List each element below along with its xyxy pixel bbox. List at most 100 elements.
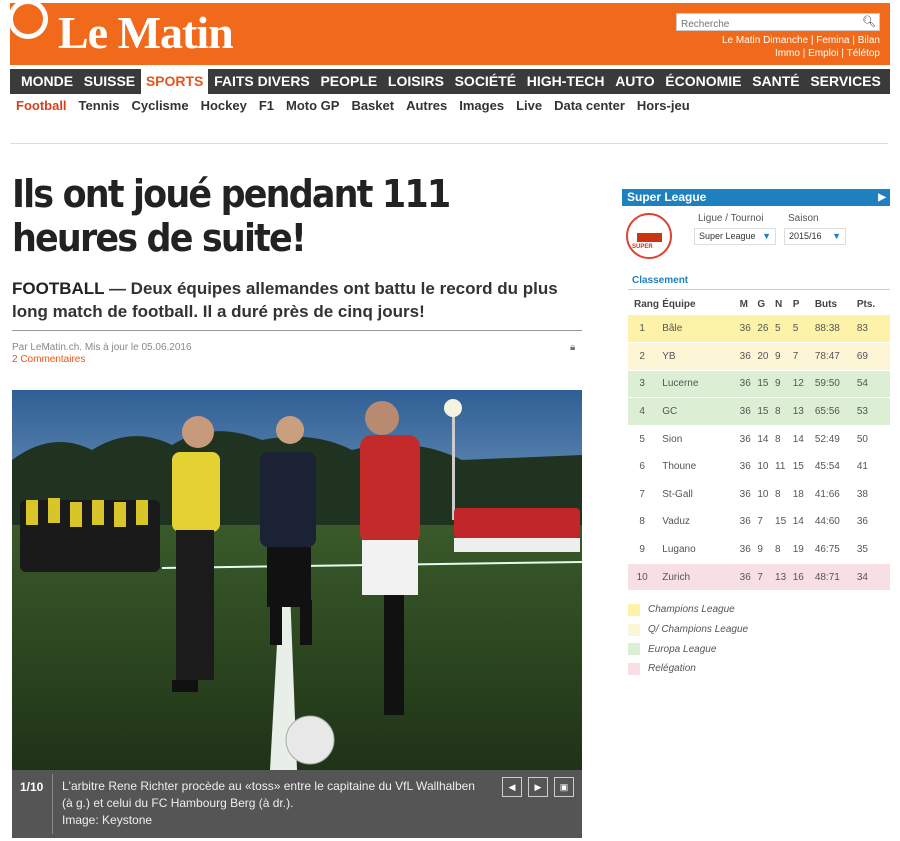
column-header: Pts. [856,298,876,310]
nav-item-8[interactable]: AUTO [610,69,659,94]
table-row[interactable]: 5 Sion 36 14 8 14 52:49 50 [628,425,890,454]
table-cell-team: GC [662,397,740,426]
table-cell-rank: 2 [628,342,663,371]
fullscreen-icon[interactable]: ▣ [554,777,574,797]
table-cell-m: 36 [739,315,758,344]
table-cell-n: 13 [775,563,793,592]
nav-item-10[interactable]: SANTÉ [747,69,804,94]
table-cell-pts: 50 [856,425,890,454]
column-header: P [792,298,800,310]
table-cell-pts: 69 [856,342,890,371]
table-cell-buts: 65:56 [814,397,857,426]
table-cell-rank: 9 [628,535,663,564]
table-cell-team: Bâle [662,315,740,344]
legend-swatch [628,662,640,675]
table-cell-m: 36 [739,452,758,482]
legend-swatch [628,603,640,616]
subnav-item-1[interactable]: Tennis [79,98,120,113]
chevron-down-icon: ▼ [832,231,841,241]
nav-item-4[interactable]: PEOPLE [315,69,382,94]
main-nav: MONDE SUISSE SPORTS FAITS DIVERS PEOPLE LOISI… [10,69,890,94]
widget-title[interactable]: Super League [627,190,706,204]
nav-item-2[interactable]: SPORTS [140,69,209,94]
table-row[interactable]: 4 GC 36 15 8 13 65:56 53 [628,397,890,426]
sub-nav: Football Tennis Cyclisme Hockey F1 Moto GP Bas… [16,98,702,113]
league-select[interactable]: Super League ▼ [694,228,776,245]
subnav-item-8[interactable]: Images [459,98,504,113]
table-cell-g: 20 [757,342,776,371]
column-header: N [775,298,783,310]
partner-links[interactable]: Le Matin Dimanche | Femina | Bilan Immo … [660,34,880,60]
subnav-item-11[interactable]: Hors-jeu [637,98,690,113]
table-cell-rank: 3 [628,370,663,399]
comments-link[interactable]: 2 Commentaires [12,354,85,365]
season-select[interactable]: 2015/16 ▼ [784,228,846,245]
table-header-row: Rang Équipe M G N P Buts Pts. [628,293,890,315]
table-cell-buts: 48:71 [814,563,857,592]
divider [10,143,888,144]
table-cell-p: 7 [792,342,815,371]
chevron-left-icon[interactable]: ◀ [502,777,522,797]
table-row[interactable]: 1 Bâle 36 26 5 5 88:38 83 [628,315,890,344]
nav-item-9[interactable]: ÉCONOMIE [660,69,746,94]
site-logo[interactable]: Le Matin [58,7,234,59]
season-select-value: 2015/16 [789,231,822,241]
table-row[interactable]: 3 Lucerne 36 15 9 12 59:50 54 [628,370,890,399]
column-header: Buts [814,298,838,310]
partner-links-line2[interactable]: Immo | Emploi | Télétop [660,47,880,60]
subnav-item-0[interactable]: Football [16,98,67,113]
widget-title-bar[interactable]: Super League ▶ [622,189,890,206]
table-cell-p: 19 [792,535,815,564]
legend-label: Relégation [648,663,696,675]
table-cell-g: 7 [757,508,776,537]
table-cell-g: 14 [757,425,776,454]
search-icon[interactable]: 🔍︎ [862,15,876,28]
table-row[interactable]: 7 St-Gall 36 10 8 18 41:66 38 [628,480,890,509]
nav-item-1[interactable]: SUISSE [79,69,140,94]
table-row[interactable]: 2 YB 36 20 9 7 78:47 69 [628,342,890,371]
league-label: Ligue / Tournoi [698,213,764,224]
subnav-item-2[interactable]: Cyclisme [131,98,188,113]
logo-band [637,233,662,242]
table-cell-pts: 41 [856,452,890,482]
subnav-item-7[interactable]: Autres [406,98,447,113]
nav-item-0[interactable]: MONDE [16,69,78,94]
article-photo[interactable] [12,390,582,770]
nav-item-7[interactable]: HIGH-TECH [522,69,610,94]
table-cell-pts: 38 [856,480,890,509]
subnav-item-10[interactable]: Data center [554,98,625,113]
table-cell-n: 5 [775,315,793,344]
table-row[interactable]: 8 Vaduz 36 7 15 14 44:60 36 [628,508,890,537]
table-cell-buts: 59:50 [814,370,857,399]
column-header: G [757,298,766,310]
table-cell-team: YB [662,342,740,371]
table-row[interactable]: 9 Lugano 36 9 8 19 46:75 35 [628,535,890,564]
arrow-right-icon[interactable]: ▶ [878,189,886,206]
table-cell-rank: 6 [628,452,663,482]
caption-text: L'arbitre Rene Richter procède au «toss»… [62,779,475,810]
table-cell-p: 5 [792,315,815,344]
table-row[interactable]: 10 Zurich 36 7 13 16 48:71 34 [628,563,890,592]
chevron-right-icon[interactable]: ▶ [528,777,548,797]
nav-item-6[interactable]: SOCIÉTÉ [450,69,521,94]
subnav-item-6[interactable]: Basket [351,98,394,113]
table-cell-m: 36 [739,425,758,454]
table-cell-pts: 34 [856,563,890,592]
search-box[interactable]: 🔍︎ [676,13,880,33]
divider [12,330,582,331]
article-category[interactable]: FOOTBALL [12,279,104,298]
partner-links-line1[interactable]: Le Matin Dimanche | Femina | Bilan [660,34,880,47]
nav-item-3[interactable]: FAITS DIVERS [209,69,315,94]
table-row[interactable]: 6 Thoune 36 10 11 15 45:54 41 [628,452,890,482]
table-cell-m: 36 [739,535,758,564]
table-cell-g: 15 [757,370,776,399]
table-cell-rank: 1 [628,315,663,344]
subnav-item-5[interactable]: Moto GP [286,98,339,113]
subnav-item-4[interactable]: F1 [259,98,274,113]
subnav-item-3[interactable]: Hockey [201,98,247,113]
nav-item-11[interactable]: SERVICES [805,69,886,94]
search-input[interactable] [677,16,857,33]
nav-item-5[interactable]: LOISIRS [383,69,449,94]
table-cell-g: 15 [757,397,776,426]
subnav-item-9[interactable]: Live [516,98,542,113]
